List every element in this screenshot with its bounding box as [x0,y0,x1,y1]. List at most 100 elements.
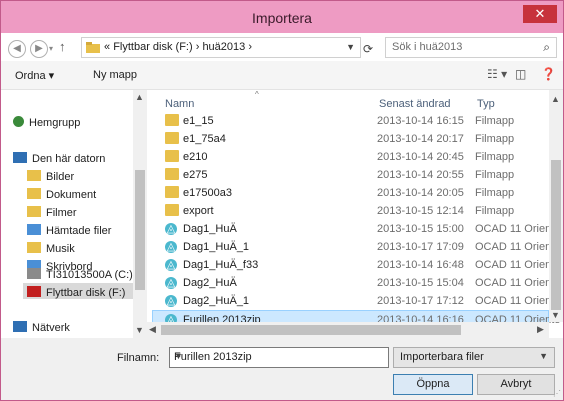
preview-pane-icon[interactable]: ◫ [515,67,526,81]
file-type: Filmapp [475,187,515,199]
table-row[interactable]: ◬ Dag1_HuÄ_1 2013-10-17 17:09 OCAD 11 Orien… [153,238,560,256]
scroll-down-icon[interactable]: ▼ [135,325,144,335]
back-button[interactable]: ◀ [8,40,26,58]
forward-button[interactable]: ▶ [30,40,48,58]
open-button[interactable]: Öppna [393,374,473,395]
address-dropdown-icon[interactable]: ▼ [346,42,355,52]
scroll-thumb[interactable] [551,160,561,310]
nav-item-label: Bilder [46,171,75,183]
ocad-file-icon: ◬ [165,241,177,253]
nav-item-music[interactable]: Musik [27,242,75,255]
nav-item-label: Hemgrupp [29,117,81,129]
scroll-down-icon[interactable]: ▼ [551,310,560,320]
title-bar[interactable]: Importera ✕ [1,1,563,33]
filename-dropdown-icon[interactable]: ▼ [174,351,383,361]
help-icon[interactable]: ❓ [541,67,556,81]
nav-item-videos[interactable]: Filmer [27,206,77,219]
table-row[interactable]: e210 2013-10-14 20:45 Filmapp [153,148,549,166]
folder-icon [165,114,179,126]
dialog-footer: Filnamn: Furillen 2013zip ▼ Importerbara… [1,338,563,400]
breadcrumb-item-drive[interactable]: Flyttbar disk (F:) [113,41,192,53]
music-icon [27,242,41,253]
file-list-horizontal-scrollbar[interactable]: ◀ ▶ [147,322,549,338]
nav-pane-scrollbar[interactable]: ▲ ▼ [133,90,147,338]
ocad-file-icon: ◬ [165,259,177,271]
up-arrow-icon[interactable]: ↑ [59,39,66,54]
folder-icon [165,168,179,180]
file-modified-date: 2013-10-15 12:14 [377,205,464,217]
file-list-vertical-scrollbar[interactable]: ▲ ▼ [549,90,563,322]
file-type: OCAD 11 Oriente [475,259,561,271]
navigation-bar: ◀ ▶ ▾ ↑ « Flyttbar disk (F:) › huä2013 ›… [1,33,563,61]
file-modified-date: 2013-10-15 15:04 [377,277,464,289]
column-header-date[interactable]: Senast ändrad [379,98,451,110]
file-type-value: Importerbara filer [400,351,484,363]
documents-icon [27,188,41,199]
sort-ascending-icon: ^ [255,90,259,99]
scroll-thumb[interactable] [161,325,461,335]
cancel-button[interactable]: Avbryt [477,374,555,395]
import-dialog: Importera ✕ ◀ ▶ ▾ ↑ « Flyttbar disk (F:)… [0,0,564,401]
filename-label: Filnamn: [117,352,160,364]
close-button[interactable]: ✕ [523,5,557,23]
table-row[interactable]: ◬ Dag1_HuÄ_f33 2013-10-14 16:48 OCAD 11 Ori… [153,256,560,274]
table-row[interactable]: e275 2013-10-14 20:55 Filmapp [153,166,549,184]
scroll-up-icon[interactable]: ▲ [135,92,144,102]
nav-item-this-pc[interactable]: Den här datorn [13,152,105,165]
column-header-name[interactable]: Namn [165,98,194,110]
nav-item-network[interactable]: Nätverk [13,321,70,334]
table-row[interactable]: ◬ Dag2_HuÄ_1 2013-10-17 17:12 OCAD 11 Orien… [153,292,560,310]
breadcrumb-prefix[interactable]: « [104,41,110,53]
table-row[interactable]: export 2013-10-15 12:14 Filmapp [153,202,549,220]
search-placeholder: Sök i huä2013 [392,41,463,53]
usb-drive-icon [27,286,41,297]
breadcrumb-separator[interactable]: › [248,41,252,53]
organize-button[interactable]: Ordna ▾ [15,69,54,82]
scroll-thumb[interactable] [135,170,145,290]
breadcrumb-separator[interactable]: › [196,41,200,53]
file-type: OCAD 11 Oriente [475,223,561,235]
filename-input[interactable]: Furillen 2013zip ▼ [169,347,389,368]
address-bar[interactable]: « Flyttbar disk (F:) › huä2013 › ▼ [81,37,361,58]
column-header-type[interactable]: Typ [477,98,495,110]
table-row[interactable]: ◬ Dag1_HuÄ 2013-10-15 15:00 OCAD 11 Oriente [153,220,560,238]
refresh-icon[interactable]: ⟳ [363,42,373,56]
file-modified-date: 2013-10-15 15:00 [377,223,464,235]
file-type-select[interactable]: Importerbara filer ▼ [393,347,555,368]
nav-item-documents[interactable]: Dokument [27,188,96,201]
table-row[interactable]: e17500a3 2013-10-14 20:05 Filmapp [153,184,549,202]
file-name: e1_75a4 [183,133,226,145]
nav-item-downloads[interactable]: Hämtade filer [27,224,111,237]
file-name: Dag2_HuÄ_1 [183,295,250,307]
nav-item-label: Dokument [46,189,97,201]
nav-item-local-disk[interactable]: TI31013500A (C:) [27,268,133,281]
file-name: Dag2_HuÄ [183,277,237,289]
ocad-file-icon: ◬ [165,295,177,307]
file-modified-date: 2013-10-17 17:12 [377,295,464,307]
table-row[interactable]: e1_15 2013-10-14 16:15 Filmapp [153,112,549,130]
pictures-icon [27,170,41,181]
new-folder-button[interactable]: Ny mapp [93,69,137,81]
videos-icon [27,206,41,217]
file-modified-date: 2013-10-14 20:05 [377,187,464,199]
drive-icon [27,268,41,279]
view-options-icon[interactable]: ☷ ▾ [487,67,507,81]
recent-locations-chevron-icon[interactable]: ▾ [49,44,53,53]
folder-icon [165,186,179,198]
table-row[interactable]: e1_75a4 2013-10-14 20:17 Filmapp [153,130,549,148]
file-type-dropdown-icon[interactable]: ▼ [539,351,548,361]
nav-item-pictures[interactable]: Bilder [27,170,74,183]
search-icon[interactable]: ⌕ [543,40,550,55]
search-input[interactable]: Sök i huä2013 ⌕ [385,37,557,58]
nav-item-homegroup[interactable]: Hemgrupp [13,116,80,129]
file-type: Filmapp [475,133,515,145]
resize-grip-icon[interactable]: ⋰ [553,389,561,398]
breadcrumb-item-folder[interactable]: huä2013 [202,41,245,53]
table-row[interactable]: ◬ Dag2_HuÄ 2013-10-15 15:04 OCAD 11 Oriente [153,274,560,292]
scroll-right-icon[interactable]: ▶ [537,324,544,335]
nav-item-removable-disk[interactable]: Flyttbar disk (F:) [27,286,125,299]
file-type: Filmapp [475,169,515,181]
command-bar: Ordna ▾ Ny mapp ☷ ▾ ◫ ❓ [1,61,563,90]
scroll-up-icon[interactable]: ▲ [551,94,560,104]
scroll-left-icon[interactable]: ◀ [149,324,156,335]
